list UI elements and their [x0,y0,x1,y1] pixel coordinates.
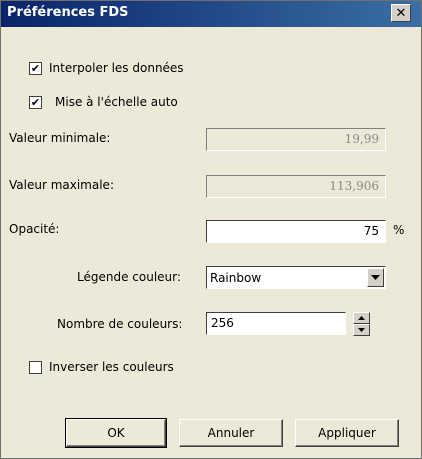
spinner-down-button[interactable] [353,324,370,336]
dropdown-button[interactable] [367,268,384,287]
max-value-label: Valeur maximale: [9,178,114,192]
num-colors-input[interactable]: 256 [206,312,346,335]
arrow-up-icon [358,316,365,320]
check-icon: ✔ [30,61,41,75]
chevron-down-icon [371,274,380,280]
min-value-field: 19,99 [206,128,386,151]
invert-checkbox[interactable] [29,360,42,374]
invert-row[interactable]: Inverser les couleurs [29,360,174,374]
interpolate-label: Interpoler les données [49,61,184,75]
min-value-label: Valeur minimale: [9,131,111,145]
opacity-label: Opacité: [9,222,60,236]
apply-button[interactable]: Appliquer [295,419,399,447]
max-value-field: 113,906 [206,175,386,198]
check-icon: ✔ [30,95,41,109]
autoscale-label: Mise à l'échelle auto [55,95,178,109]
opacity-input[interactable]: 75 [206,220,386,243]
autoscale-checkbox[interactable]: ✔ [29,95,42,109]
opacity-unit: % [393,223,405,237]
legend-select[interactable]: Rainbow [206,266,386,289]
ok-button[interactable]: OK [65,418,167,448]
close-icon: ✕ [395,5,407,21]
dialog-title: Préférences FDS [7,5,129,20]
preferences-dialog: Préférences FDS ✕ ✔ Interpoler les donné… [0,0,422,459]
num-colors-label: Nombre de couleurs: [57,317,183,331]
spinner-up-button[interactable] [353,312,370,324]
autoscale-row[interactable]: ✔ Mise à l'échelle auto [29,95,178,109]
cancel-button[interactable]: Annuler [179,419,283,447]
title-bar: Préférences FDS ✕ [1,1,421,27]
arrow-down-icon [358,328,365,332]
legend-label: Légende couleur: [77,270,181,284]
invert-label: Inverser les couleurs [49,360,174,374]
legend-selected-value: Rainbow [210,271,262,285]
interpolate-checkbox[interactable]: ✔ [29,61,42,75]
close-button[interactable]: ✕ [391,4,411,22]
interpolate-row[interactable]: ✔ Interpoler les données [29,61,184,75]
